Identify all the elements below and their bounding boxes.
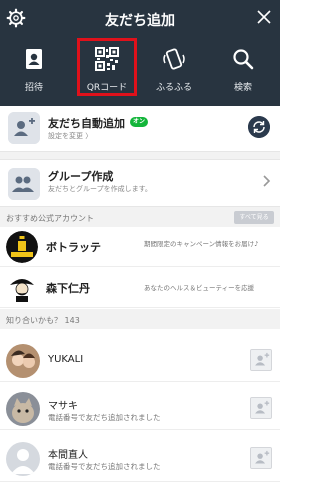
account-description: 期間限定のキャンペーン情報をお届け♪ bbox=[144, 240, 259, 248]
tab-invite[interactable]: 招待 bbox=[6, 44, 62, 96]
friend-added-note: 電話番号で友だち追加されました bbox=[48, 413, 161, 422]
friend-suggestion-row[interactable]: マサキ 電話番号で友だち追加されました bbox=[0, 386, 280, 430]
header-bar: 友だち追加 招待 QRコード ふるふる 検索 bbox=[0, 0, 280, 106]
avatar bbox=[6, 344, 40, 378]
default-avatar-icon bbox=[6, 442, 40, 476]
friend-suggestion-row[interactable]: YUKALI bbox=[0, 338, 280, 382]
add-friend-button[interactable] bbox=[250, 349, 272, 371]
friend-name: 本間直人 bbox=[48, 450, 88, 461]
official-account-morishita-jintan[interactable]: 森下仁丹 あなたのヘルス＆ビューティーを応援 bbox=[0, 268, 280, 308]
close-icon[interactable] bbox=[256, 9, 272, 25]
friend-name: マサキ bbox=[48, 401, 78, 412]
create-group-row[interactable] bbox=[0, 159, 280, 207]
bottlatte-logo bbox=[6, 231, 38, 263]
search-icon bbox=[233, 49, 254, 70]
friend-added-note: 電話番号で友だち追加されました bbox=[48, 462, 161, 471]
create-group-subtitle: 友だちとグループを作成します。 bbox=[48, 185, 152, 193]
tab-search-label: 検索 bbox=[233, 83, 252, 93]
add-friend-button[interactable] bbox=[250, 447, 272, 469]
official-account-bottlatte[interactable]: ボトラッテ 期間限定のキャンペーン情報をお届け♪ bbox=[0, 227, 280, 267]
auto-add-row[interactable] bbox=[0, 106, 280, 152]
tab-shake[interactable]: ふるふる bbox=[146, 44, 202, 96]
qr-tab-highlight bbox=[77, 38, 137, 96]
jintan-logo bbox=[6, 272, 38, 304]
official-section-label: おすすめ公式アカウント bbox=[6, 214, 94, 223]
refresh-icon[interactable] bbox=[248, 116, 270, 138]
chevron-right-icon bbox=[263, 175, 271, 187]
tab-invite-label: 招待 bbox=[24, 83, 43, 93]
friend-suggestion-row[interactable]: 本間直人 電話番号で友だち追加されました bbox=[0, 434, 280, 482]
contact-book-icon bbox=[26, 49, 42, 69]
auto-add-settings-link[interactable]: 設定を変更 〉 bbox=[48, 131, 92, 141]
tab-shake-label: ふるふる bbox=[155, 83, 192, 93]
title-bar: 友だち追加 bbox=[0, 0, 280, 38]
friend-name: YUKALI bbox=[48, 354, 84, 365]
see-all-button[interactable]: すべて見る bbox=[234, 211, 274, 224]
account-name: ボトラッテ bbox=[46, 241, 101, 254]
suggest-section-label: 知り合いかも？ 143 bbox=[6, 316, 80, 325]
tab-search[interactable]: 検索 bbox=[215, 44, 271, 96]
add-friend-button[interactable] bbox=[250, 397, 272, 419]
account-description: あなたのヘルス＆ビューティーを応援 bbox=[144, 284, 255, 292]
group-icon bbox=[8, 168, 40, 200]
divider bbox=[0, 152, 280, 159]
account-name: 森下仁丹 bbox=[46, 282, 90, 295]
auto-add-icon bbox=[8, 112, 40, 144]
shake-phone-icon bbox=[163, 48, 185, 70]
auto-add-title: 友だち自動追加 bbox=[48, 117, 125, 130]
page-title: 友だち追加 bbox=[105, 13, 175, 29]
on-badge: オン bbox=[130, 117, 148, 127]
avatar bbox=[6, 392, 40, 426]
create-group-title: グループ作成 bbox=[48, 170, 114, 183]
